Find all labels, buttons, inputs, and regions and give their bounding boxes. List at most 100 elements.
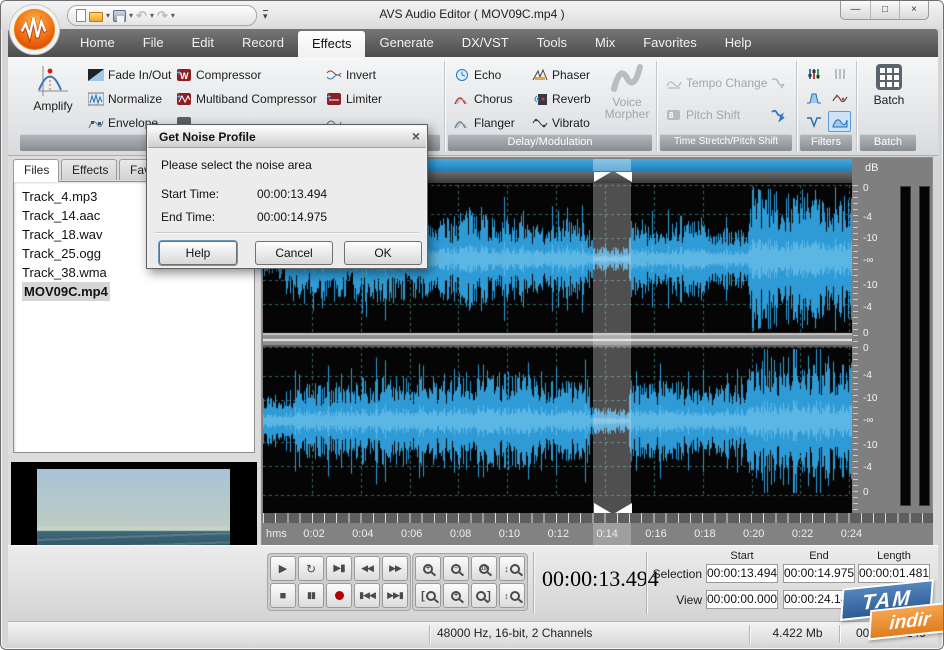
save-dropdown-icon[interactable]: ▾: [129, 11, 133, 20]
batch-button[interactable]: Batch: [864, 63, 914, 106]
voice-morpher-button[interactable]: Voice Morpher: [600, 63, 654, 120]
echo-button[interactable]: Echo: [454, 65, 501, 85]
tempo-change-button[interactable]: Tempo Change: [666, 73, 767, 93]
panel-tab-files[interactable]: Files: [13, 159, 59, 182]
equalizer-disabled-button[interactable]: [828, 63, 851, 84]
loop-button[interactable]: ↻: [298, 556, 324, 581]
menu-tab-effects[interactable]: Effects: [298, 31, 366, 57]
menu-tab-dxvst[interactable]: DX/VST: [448, 29, 523, 57]
chorus-button[interactable]: Chorus: [454, 89, 513, 109]
equalizer-filter-button[interactable]: [802, 63, 825, 84]
waveform-selection[interactable]: [593, 183, 631, 513]
fast-forward-button[interactable]: ▶▶: [382, 556, 408, 581]
level-meter-left: [900, 186, 911, 506]
selection-handle-top-right[interactable]: [615, 172, 632, 182]
zoom-selection-end-button[interactable]: ]: [471, 583, 497, 608]
multiband-compressor-button[interactable]: + Multiband Compressor: [176, 89, 317, 109]
status-file-size: 4.422 Mb: [756, 626, 839, 640]
limiter-button[interactable]: + Limiter: [326, 89, 382, 109]
menu-tab-favorites[interactable]: Favorites: [629, 29, 710, 57]
zoom-selection-start-button[interactable]: [: [415, 583, 441, 608]
close-button[interactable]: ×: [899, 1, 928, 19]
zoom-in-button[interactable]: +: [415, 556, 441, 581]
vibrato-button[interactable]: Vibrato: [532, 113, 590, 133]
notch-filter-button[interactable]: [802, 111, 825, 132]
redo-icon[interactable]: ↷: [157, 9, 168, 22]
fft-filter-button[interactable]: [828, 87, 851, 108]
menu-tab-mix[interactable]: Mix: [581, 29, 629, 57]
skip-to-end-button[interactable]: ▶▶▮: [382, 583, 408, 608]
zoom-selection-button[interactable]: +: [443, 583, 469, 608]
zoom-100-button[interactable]: 100: [471, 556, 497, 581]
reverb-button[interactable]: Reverb: [532, 89, 591, 109]
undo-dropdown-icon[interactable]: ▾: [150, 11, 154, 20]
file-list-item[interactable]: MOV09C.mp4: [22, 282, 110, 301]
dialog-message: Please select the noise area: [161, 158, 312, 172]
pitch-extra-icon[interactable]: [770, 105, 786, 125]
zoom-button-group: +–100↕ [+]↕: [412, 553, 528, 611]
play-to-end-button[interactable]: ▶▮: [326, 556, 352, 581]
maximize-button[interactable]: □: [870, 1, 899, 19]
skip-to-start-button[interactable]: ▮◀◀: [354, 583, 380, 608]
redo-dropdown-icon[interactable]: ▾: [171, 11, 175, 20]
amplify-button[interactable]: Amplify: [24, 63, 82, 112]
tempo-extra-icon[interactable]: [770, 73, 786, 93]
open-dropdown-icon[interactable]: ▾: [106, 11, 110, 20]
play-button[interactable]: ▶: [270, 556, 296, 581]
db-ruler-header: dB: [865, 162, 878, 174]
compressor-button[interactable]: W+ Compressor: [176, 65, 261, 85]
menu-tab-file[interactable]: File: [129, 29, 178, 57]
open-file-icon[interactable]: [89, 12, 103, 22]
menu-tab-generate[interactable]: Generate: [365, 29, 447, 57]
selection-handle-top-left[interactable]: [594, 172, 611, 182]
normalize-button[interactable]: Normalize: [88, 89, 162, 109]
selection-start-field[interactable]: 00:00:13.494: [706, 564, 778, 583]
menu-tab-help[interactable]: Help: [711, 29, 766, 57]
selection-handle-bottom-left[interactable]: [594, 503, 611, 513]
selection-end-field[interactable]: 00:00:14.975: [783, 564, 855, 583]
help-button[interactable]: Help: [159, 241, 237, 265]
end-time-value: 00:00:14.975: [257, 210, 327, 224]
invert-button[interactable]: Invert: [326, 65, 376, 85]
ok-button[interactable]: OK: [344, 241, 422, 265]
save-icon[interactable]: [113, 10, 126, 22]
zoom-vertical-in-button[interactable]: ↕: [499, 556, 525, 581]
pause-button[interactable]: ▮▮: [298, 583, 324, 608]
menu-tab-record[interactable]: Record: [228, 29, 298, 57]
app-logo-icon[interactable]: [8, 3, 61, 56]
chorus-icon: [454, 92, 470, 106]
menu-tab-edit[interactable]: Edit: [178, 29, 228, 57]
menu-tab-tools[interactable]: Tools: [523, 29, 581, 57]
zoom-vertical-out-button[interactable]: ↕: [499, 583, 525, 608]
zoom-out-button[interactable]: –: [443, 556, 469, 581]
noise-removal-button[interactable]: [828, 111, 851, 132]
bandpass-filter-button[interactable]: [802, 87, 825, 108]
selection-handle-bottom-right[interactable]: [615, 503, 632, 513]
new-file-icon[interactable]: [76, 9, 86, 22]
customize-toolbar-icon[interactable]: ▾: [263, 10, 268, 21]
menu-tab-home[interactable]: Home: [66, 29, 129, 57]
minimize-button[interactable]: —: [841, 1, 870, 19]
get-noise-profile-dialog: Get Noise Profile × Please select the no…: [146, 124, 428, 269]
compressor-icon: W+: [176, 68, 192, 82]
record-button[interactable]: [326, 583, 352, 608]
phaser-button[interactable]: Phaser: [532, 65, 590, 85]
fade-inout-button[interactable]: Fade In/Out: [88, 65, 171, 85]
db-tick-label: -4: [863, 462, 872, 473]
stop-button[interactable]: ■: [270, 583, 296, 608]
view-start-field[interactable]: 00:00:00.000: [706, 590, 778, 609]
rewind-button[interactable]: ◀◀: [354, 556, 380, 581]
dialog-close-icon[interactable]: ×: [412, 125, 420, 147]
cancel-button[interactable]: Cancel: [255, 241, 333, 265]
start-time-label: Start Time:: [161, 187, 219, 201]
flanger-button[interactable]: Flanger: [454, 113, 515, 133]
echo-icon: [454, 68, 470, 82]
undo-icon[interactable]: ↶: [136, 9, 147, 22]
group-caption-batch: Batch: [860, 134, 916, 151]
db-tick-label: 0: [863, 487, 869, 498]
db-tick-label: -4: [863, 212, 872, 223]
panel-tab-effects[interactable]: Effects: [61, 159, 117, 180]
db-tick-label: 0: [863, 328, 869, 339]
pitch-shift-button[interactable]: 8 Pitch Shift: [666, 105, 740, 125]
timeline-ruler[interactable]: hms 0:020:040:060:080:100:120:140:160:18…: [263, 513, 933, 545]
